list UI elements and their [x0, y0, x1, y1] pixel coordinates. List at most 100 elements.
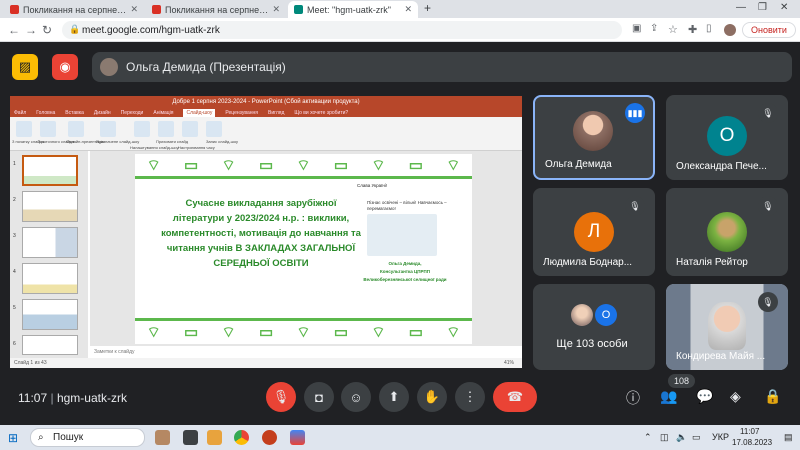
clock-time[interactable]: 11:07 [740, 427, 759, 436]
task-view-icon[interactable] [183, 430, 198, 445]
file-explorer-icon[interactable] [207, 430, 222, 445]
participant-tile-oleksandra[interactable]: О 🎙︎ Олександра Пече... [666, 95, 788, 180]
ribbon-button[interactable] [134, 121, 150, 137]
bookmark-star-icon[interactable]: ☆ [668, 23, 678, 36]
notes-field[interactable]: Заметки к слайду [90, 346, 522, 358]
browser-tab-2[interactable]: Покликання на серпневу методи ✕ [146, 1, 286, 18]
slide-thumbnail[interactable] [22, 335, 78, 355]
wifi-icon: ⌔ [146, 156, 161, 174]
people-icon[interactable]: 👥 [660, 388, 677, 405]
notifications-icon[interactable]: ▤ [784, 432, 793, 443]
meet-icon [294, 5, 303, 14]
menu-animation[interactable]: Анімація [153, 109, 173, 117]
slide-thumbnail[interactable] [22, 227, 78, 258]
host-controls-icon[interactable]: 🔒 [764, 388, 781, 405]
slide-thumbnail[interactable] [22, 263, 78, 294]
language-indicator[interactable]: УКР [712, 432, 729, 442]
menu-home[interactable]: Головна [36, 109, 55, 117]
menu-view[interactable]: Вигляд [268, 109, 284, 117]
menu-design[interactable]: Дизайн [94, 109, 111, 117]
present-button[interactable]: ⬆ [379, 382, 409, 412]
menu-tell-me[interactable]: Що ви хочете зробити? [294, 109, 348, 117]
leave-call-button[interactable]: ☎ [493, 382, 537, 412]
more-participants-tile[interactable]: О Ще 103 особи [533, 284, 655, 370]
windows-start-icon[interactable]: ⊞ [8, 431, 18, 445]
more-options-button[interactable]: ⋮ [455, 382, 485, 412]
new-tab-button[interactable]: + [424, 1, 431, 15]
url-field[interactable]: 🔒 meet.google.com/hgm-uatk-zrk [62, 21, 622, 39]
chrome-icon[interactable] [234, 430, 249, 445]
tray-chevron-icon[interactable]: ⌃ [644, 432, 652, 443]
clock-date[interactable]: 17.08.2023 [732, 438, 772, 447]
close-window-icon[interactable]: ✕ [780, 2, 788, 13]
ribbon-button[interactable] [68, 121, 84, 137]
menu-review[interactable]: Рецензування [225, 109, 258, 117]
close-tab-icon[interactable]: ✕ [130, 4, 138, 15]
camera-button[interactable]: ◘ [304, 382, 334, 412]
mic-off-button[interactable]: 🎙︎ [266, 382, 296, 412]
wifi-icon: ⌔ [371, 323, 386, 341]
participant-tile-natalia[interactable]: 🎙︎ Наталія Рейтор [666, 188, 788, 276]
ribbon-button[interactable] [40, 121, 56, 137]
app-icon[interactable] [290, 430, 305, 445]
raise-hand-button[interactable]: ✋ [417, 382, 447, 412]
wifi-icon: ⌔ [221, 156, 236, 174]
slide-number: 2 [13, 197, 16, 203]
ribbon-label: Настроювання часу [178, 145, 215, 150]
close-tab-icon[interactable]: ✕ [404, 4, 412, 15]
wifi-icon: ⌔ [296, 323, 311, 341]
slide-author: Ольга Демида, [388, 261, 422, 266]
slide-thumbnail[interactable] [22, 155, 78, 186]
ribbon-label: Налаштування слайд-шоу [130, 145, 179, 150]
maximize-icon[interactable]: ❐ [758, 2, 767, 13]
participant-name: Наталія Рейтор [676, 257, 748, 268]
more-participants-label: Ще 103 особи [556, 338, 628, 350]
profile-avatar[interactable] [724, 24, 736, 36]
powerpoint-icon[interactable] [262, 430, 277, 445]
menu-file[interactable]: Файл [14, 109, 26, 117]
stop-presenting-icon[interactable]: ◉ [52, 54, 78, 80]
ribbon-button[interactable] [100, 121, 116, 137]
slide-thumbnail[interactable] [22, 191, 78, 222]
update-button[interactable]: Оновити [742, 22, 796, 38]
presenter-label: Ольга Демида (Презентація) [126, 60, 286, 74]
powerpoint-menu: Файл Головна Вставка Дизайн Переходи Ані… [10, 109, 522, 117]
slide-thumbnail[interactable] [22, 299, 78, 330]
extensions-icon[interactable]: ✚ [688, 23, 697, 36]
forward-icon[interactable]: → [25, 23, 37, 37]
browser-tab-1[interactable]: Покликання на серпневу методи ✕ [4, 1, 144, 18]
ribbon-label: Запис слайд-шоу [206, 139, 238, 144]
camera-off-icon[interactable]: ▨ [12, 54, 38, 80]
emoji-button[interactable]: ☺ [341, 382, 371, 412]
minimize-icon[interactable]: — [736, 2, 746, 13]
menu-slideshow[interactable]: Слайд-шоу [183, 109, 216, 117]
browser-tab-meet[interactable]: Meet: "hgm-uatk-zrk" ✕ [288, 1, 418, 18]
top-green-line [135, 176, 472, 179]
sidepanel-icon[interactable]: ▯ [706, 23, 712, 34]
slide-thumbnails: 1 2 3 4 5 6 [10, 151, 88, 361]
participant-tile-kondyreva[interactable]: 🎙︎ Кондирева Майя ... [666, 284, 788, 370]
reload-icon[interactable]: ↻ [42, 23, 52, 37]
ribbon-button[interactable] [206, 121, 222, 137]
network-icon[interactable]: ◫ [660, 432, 669, 443]
participant-tile-liudmyla[interactable]: Л 🎙︎ Людмила Боднар... [533, 188, 655, 276]
participant-tile-olga[interactable]: ▮▮▮ Ольга Демида [533, 95, 655, 180]
share-icon[interactable]: ⇪ [650, 23, 658, 34]
menu-transitions[interactable]: Переходи [121, 109, 144, 117]
info-icon[interactable]: ⓘ [626, 388, 640, 408]
ribbon-button[interactable] [182, 121, 198, 137]
meeting-time: 11:07 [18, 391, 48, 405]
battery-icon[interactable]: ▭ [692, 432, 701, 443]
ribbon-button[interactable] [158, 121, 174, 137]
activities-icon[interactable]: ◈ [730, 388, 741, 405]
back-icon[interactable]: ← [8, 23, 20, 37]
avatar: Л [574, 212, 614, 252]
ribbon-button[interactable] [16, 121, 32, 137]
taskbar-search[interactable]: ⌕ Пошук [30, 428, 145, 447]
chat-icon[interactable]: 💬 [696, 388, 713, 405]
menu-insert[interactable]: Вставка [65, 109, 84, 117]
camera-icon[interactable]: ▣ [632, 23, 641, 34]
close-tab-icon[interactable]: ✕ [272, 4, 280, 15]
volume-icon[interactable]: 🔈 [676, 432, 687, 443]
avatar: О [707, 116, 747, 156]
